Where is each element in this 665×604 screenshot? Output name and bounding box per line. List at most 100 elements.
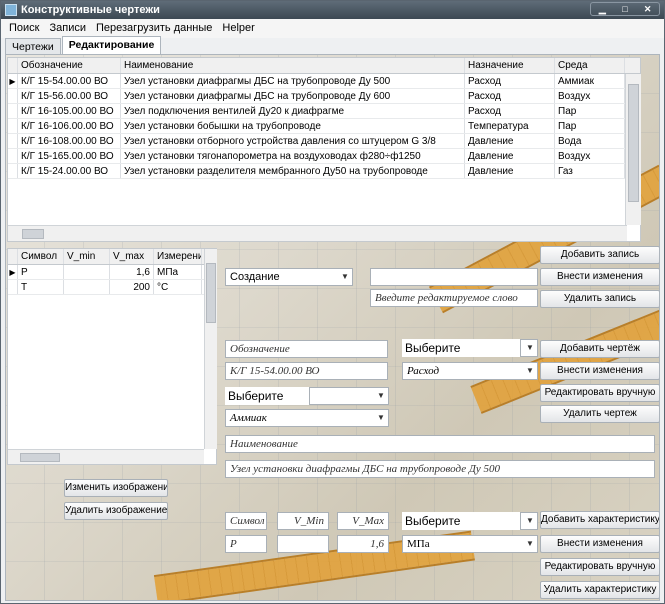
delete-record-button[interactable]: Удалить запись [540, 290, 659, 308]
tab-editing[interactable]: Редактирование [61, 36, 162, 54]
purpose-dropdown-toggle[interactable]: ▼ [520, 339, 538, 357]
cell-name[interactable]: Узел установки диафрагмы ДБС на трубопро… [121, 74, 465, 88]
table-row[interactable]: К/Г 15-56.00.00 ВО Узел установки диафраг… [8, 89, 640, 104]
cell-code[interactable]: К/Г 15-56.00.00 ВО [18, 89, 121, 103]
vmin-placeholder[interactable]: V_Min [277, 512, 329, 530]
table-row[interactable]: ▶ К/Г 15-54.00.00 ВО Узел установки диафра… [8, 74, 640, 89]
cell-name[interactable]: Узел подключения вентилей Ду20 к диафраг… [121, 104, 465, 118]
cell-purpose[interactable]: Давление [465, 134, 555, 148]
row-header[interactable] [8, 149, 18, 163]
table-row[interactable]: T 200 °С [8, 280, 216, 295]
cell-vmax[interactable]: 1,6 [110, 265, 154, 279]
add-record-button[interactable]: Добавить запись [540, 246, 659, 264]
cell-purpose[interactable]: Расход [465, 74, 555, 88]
delete-characteristic-button[interactable]: Удалить характеристику [540, 581, 659, 599]
vmax-placeholder[interactable]: V_Max [337, 512, 389, 530]
horizontal-scrollbar[interactable] [8, 225, 627, 241]
table-row[interactable]: К/Г 16-105.00.00 ВО Узел подключения вент… [8, 104, 640, 119]
add-drawing-button[interactable]: Добавить чертёж [540, 340, 659, 358]
tab-drawings[interactable]: Чертежи [5, 38, 61, 54]
cell-medium[interactable]: Воздух [555, 89, 625, 103]
table-row[interactable]: К/Г 16-106.00.00 ВО Узел установки бобышк… [8, 119, 640, 134]
mode-select[interactable]: Создание ▼ [225, 268, 353, 286]
column-header[interactable]: Назначение [465, 58, 555, 73]
scrollbar-thumb[interactable] [206, 263, 216, 323]
cell-medium[interactable]: Пар [555, 104, 625, 118]
unit-dropdown-toggle[interactable]: ▼ [520, 512, 538, 530]
column-header[interactable]: V_max [110, 249, 154, 264]
menu-item-helper[interactable]: Helper [217, 19, 259, 38]
row-header[interactable] [8, 164, 18, 178]
cell-symbol[interactable]: T [18, 280, 64, 294]
cell-purpose[interactable]: Давление [465, 164, 555, 178]
purpose-select[interactable]: Расход ▼ [402, 362, 538, 380]
column-header[interactable]: Измерение [154, 249, 202, 264]
current-row-marker-icon[interactable]: ▶ [8, 265, 18, 279]
cell-purpose[interactable]: Расход [465, 89, 555, 103]
cell-purpose[interactable]: Температура [465, 119, 555, 133]
row-header[interactable] [8, 89, 18, 103]
table-row[interactable]: ▶ P 1,6 МПа [8, 265, 216, 280]
cell-medium[interactable]: Аммиак [555, 74, 625, 88]
close-icon[interactable]: ✕ [636, 3, 659, 15]
medium-dropdown-toggle[interactable]: ▼ [309, 387, 389, 405]
edit-word-input[interactable] [370, 268, 538, 286]
row-header[interactable] [8, 280, 18, 294]
name-placeholder[interactable]: Наименование [225, 435, 655, 453]
table-row[interactable]: К/Г 15-24.00.00 ВО Узел установки раздели… [8, 164, 640, 179]
delete-drawing-button[interactable]: Удалить чертеж [540, 405, 659, 423]
scrollbar-thumb[interactable] [22, 229, 44, 239]
cell-name[interactable]: Узел установки тягонапорометра на воздух… [121, 149, 465, 163]
cell-purpose[interactable]: Давление [465, 149, 555, 163]
row-header[interactable] [8, 119, 18, 133]
table-row[interactable]: К/Г 15-165.00.00 ВО Узел установки тягона… [8, 149, 640, 164]
cell-code[interactable]: К/Г 15-54.00.00 ВО [18, 74, 121, 88]
cell-unit[interactable]: °С [154, 280, 202, 294]
edit-characteristic-manually-button[interactable]: Редактировать вручную [540, 558, 659, 576]
cell-name[interactable]: Узел установки диафрагмы ДБС на трубопро… [121, 89, 465, 103]
apply-record-changes-button[interactable]: Внести изменения [540, 268, 659, 286]
code-placeholder[interactable]: Обозначение [225, 340, 388, 358]
scrollbar-thumb[interactable] [628, 84, 639, 202]
apply-characteristic-changes-button[interactable]: Внести изменения [540, 535, 659, 553]
cell-code[interactable]: К/Г 16-108.00.00 ВО [18, 134, 121, 148]
cell-symbol[interactable]: P [18, 265, 64, 279]
vmax-input[interactable]: 1,6 [337, 535, 389, 553]
edit-word-placeholder[interactable]: Введите редактируемое слово [370, 289, 538, 307]
cell-code[interactable]: К/Г 15-24.00.00 ВО [18, 164, 121, 178]
maximize-icon[interactable]: □ [614, 3, 637, 15]
cell-medium[interactable]: Воздух [555, 149, 625, 163]
vmin-input[interactable] [277, 535, 329, 553]
delete-image-button[interactable]: Удалить изображение [64, 502, 168, 520]
symbol-placeholder[interactable]: Символ [225, 512, 267, 530]
cell-vmin[interactable] [64, 265, 110, 279]
cell-vmax[interactable]: 200 [110, 280, 154, 294]
row-header[interactable] [8, 104, 18, 118]
vertical-scrollbar[interactable] [625, 74, 641, 225]
column-header[interactable]: Символ [18, 249, 64, 264]
column-header[interactable]: Обозначение [18, 58, 121, 73]
cell-medium[interactable]: Пар [555, 119, 625, 133]
cell-medium[interactable]: Вода [555, 134, 625, 148]
cell-purpose[interactable]: Расход [465, 104, 555, 118]
cell-name[interactable]: Узел установки разделителя мембранного Д… [121, 164, 465, 178]
column-header[interactable]: V_min [64, 249, 110, 264]
cell-code[interactable]: К/Г 16-105.00.00 ВО [18, 104, 121, 118]
edit-drawing-manually-button[interactable]: Редактировать вручную [540, 384, 659, 402]
cell-name[interactable]: Узел установки отборного устройства давл… [121, 134, 465, 148]
cell-vmin[interactable] [64, 280, 110, 294]
column-header[interactable]: Наименование [121, 58, 465, 73]
vertical-scrollbar[interactable] [204, 249, 217, 449]
change-image-button[interactable]: Изменить изображение [64, 479, 168, 497]
current-row-marker-icon[interactable]: ▶ [8, 74, 18, 88]
cell-name[interactable]: Узел установки бобышки на трубопроводе [121, 119, 465, 133]
table-row[interactable]: К/Г 16-108.00.00 ВО Узел установки отборн… [8, 134, 640, 149]
cell-code[interactable]: К/Г 15-165.00.00 ВО [18, 149, 121, 163]
cell-medium[interactable]: Газ [555, 164, 625, 178]
cell-code[interactable]: К/Г 16-106.00.00 ВО [18, 119, 121, 133]
unit-select[interactable]: МПа ▼ [402, 535, 538, 553]
minimize-icon[interactable]: ▁ [591, 3, 614, 15]
name-input[interactable]: Узел установки диафрагмы ДБС на трубопро… [225, 460, 655, 478]
add-characteristic-button[interactable]: Добавить характеристику [540, 511, 659, 529]
menu-item-search[interactable]: Поиск [4, 19, 44, 38]
